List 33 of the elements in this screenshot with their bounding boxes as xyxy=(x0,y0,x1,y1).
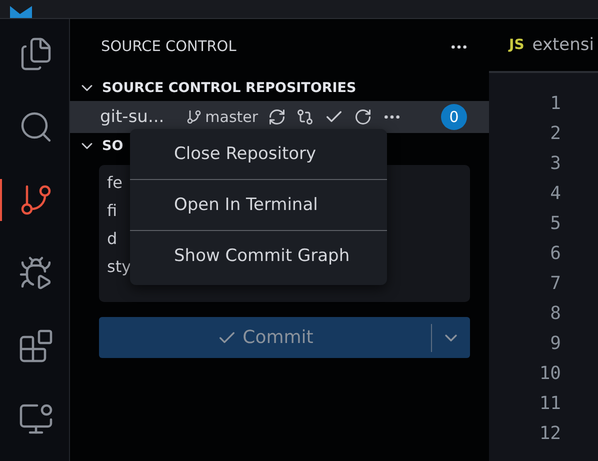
sidebar-title: SOURCE CONTROL xyxy=(101,39,236,55)
blocks-icon xyxy=(18,328,54,364)
menu-entry[interactable]: Open In Terminal xyxy=(130,179,387,230)
section-header[interactable]: SOURCE CONTROL REPOSITORIES xyxy=(102,80,356,96)
count-badge: 0 xyxy=(441,104,467,130)
line-number: 9 xyxy=(550,332,561,356)
line-number: 8 xyxy=(550,302,561,326)
message-line: fi xyxy=(107,200,118,222)
line-number: 3 xyxy=(550,152,561,176)
line-number: 6 xyxy=(550,242,561,266)
line-number: 5 xyxy=(550,212,561,236)
line-number: 10 xyxy=(539,362,561,386)
branch-name[interactable]: master xyxy=(205,108,258,126)
section-header[interactable]: SO xyxy=(102,138,124,154)
line-number: 1 xyxy=(550,92,561,116)
line-number: 11 xyxy=(539,392,561,416)
message-line: fe xyxy=(107,172,122,194)
branch-icon xyxy=(186,109,202,125)
line-number: 2 xyxy=(550,122,561,146)
js-file-icon: JS xyxy=(509,37,524,53)
bug-play-icon xyxy=(18,255,54,291)
compare-icon[interactable] xyxy=(296,108,314,126)
editor-tab[interactable]: JS extensi xyxy=(489,19,598,73)
repository-row[interactable]: git-su... master 0 xyxy=(70,101,489,133)
refresh-icon[interactable] xyxy=(354,108,372,126)
repository-name: git-su... xyxy=(100,107,164,127)
line-number: 4 xyxy=(550,182,561,206)
line-number: 12 xyxy=(539,422,561,446)
message-line: d xyxy=(107,228,118,250)
message-line: sty xyxy=(107,256,132,278)
line-number: 7 xyxy=(550,272,561,296)
sync-icon[interactable] xyxy=(268,108,286,126)
menu-entry[interactable]: Show Commit Graph xyxy=(130,230,387,281)
